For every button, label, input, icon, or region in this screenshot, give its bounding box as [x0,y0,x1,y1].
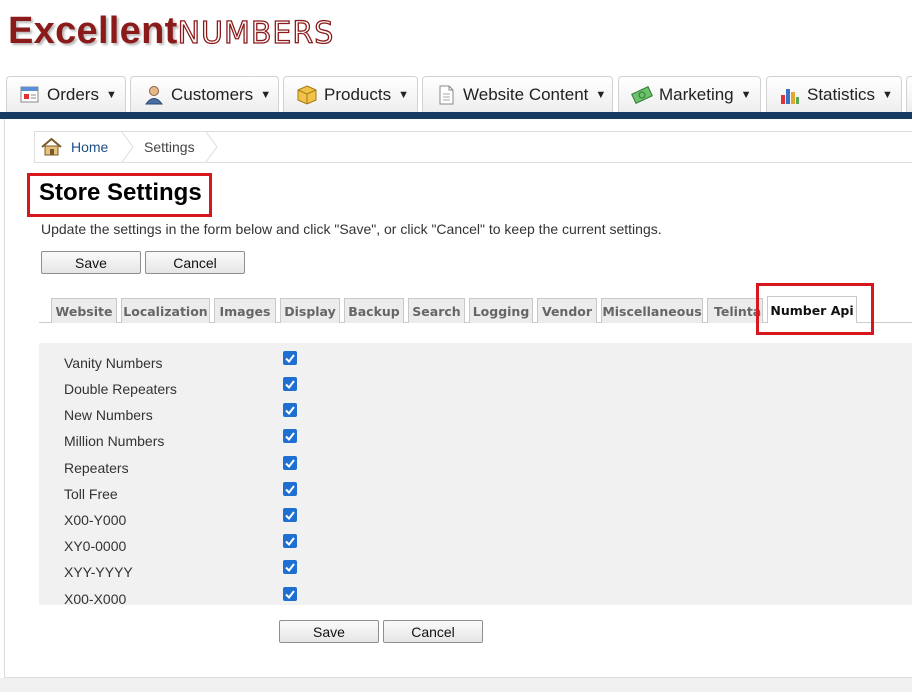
tab-website[interactable]: Website [51,298,117,323]
cancel-button-bottom[interactable]: Cancel [383,620,483,643]
option-row: Double Repeaters [39,373,912,399]
nav-more[interactable] [906,76,912,112]
intro-text: Update the settings in the form below an… [41,221,662,237]
tab-vendor[interactable]: Vendor [537,298,597,323]
option-row: Vanity Numbers [39,347,912,373]
option-row: XY0-0000 [39,530,912,556]
option-row: X00-Y000 [39,504,912,530]
home-icon [41,138,62,156]
nav-orders[interactable]: Orders ▼ [6,76,126,112]
save-button-bottom[interactable]: Save [279,620,379,643]
option-checkbox[interactable] [283,560,297,574]
breadcrumb-separator-icon [121,132,134,162]
nav-products[interactable]: Products ▼ [283,76,418,112]
nav-website-content-label: Website Content [463,84,589,104]
brand-name-part1: Excellent [8,10,178,52]
option-checkbox[interactable] [283,508,297,522]
option-label: X00-Y000 [64,512,127,528]
option-row: Repeaters [39,452,912,478]
option-row: New Numbers [39,399,912,425]
save-button-top[interactable]: Save [41,251,141,274]
breadcrumb-home-label: Home [71,139,109,155]
option-row: Toll Free [39,478,912,504]
check-icon [285,511,295,521]
check-icon [285,537,295,547]
nav-marketing-label: Marketing [659,84,734,104]
nav-website-content[interactable]: Website Content ▼ [422,76,613,112]
check-icon [285,563,295,573]
box-icon [296,84,318,105]
chevron-down-icon: ▼ [740,88,752,101]
brand-logo: ExcellentNumbers [8,10,334,58]
tab-logging[interactable]: Logging [469,298,533,323]
nav-customers-label: Customers [171,84,254,104]
option-label: Repeaters [64,460,129,476]
tab-search[interactable]: Search [408,298,465,323]
cancel-button-top[interactable]: Cancel [145,251,245,274]
money-icon [631,85,653,105]
tab-backup[interactable]: Backup [344,298,404,323]
option-checkbox[interactable] [283,587,297,601]
nav-customers[interactable]: Customers ▼ [130,76,279,112]
breadcrumb-home[interactable]: Home [41,132,108,162]
option-label: Million Numbers [64,433,165,449]
nav-orders-label: Orders [47,84,99,104]
breadcrumb-current: Settings [144,139,195,155]
check-icon [285,380,295,390]
breadcrumb: Home Settings [34,131,912,163]
option-label: XY0-0000 [64,538,127,554]
option-checkbox[interactable] [283,482,297,496]
check-icon [285,406,295,416]
check-icon [285,432,295,442]
check-icon [285,354,295,364]
nav-statistics-label: Statistics [807,84,876,104]
option-label: Vanity Numbers [64,355,163,371]
option-row: X00-X000 [39,583,912,609]
breadcrumb-separator-icon [205,132,218,162]
option-row: Million Numbers [39,425,912,451]
option-row: XYY-YYYY [39,556,912,582]
tab-display[interactable]: Display [280,298,340,323]
page-title: Store Settings [39,179,202,206]
option-label: XYY-YYYY [64,564,133,580]
footer-band [0,678,912,692]
bar-chart-icon [779,85,801,105]
chevron-down-icon: ▼ [882,88,893,101]
check-icon [285,485,295,495]
nav-stripe [0,112,912,119]
option-label: X00-X000 [64,591,127,607]
tab-miscellaneous[interactable]: Miscellaneous [601,298,703,323]
option-label: Double Repeaters [64,381,177,397]
option-checkbox[interactable] [283,351,297,365]
tab-localization[interactable]: Localization [121,298,210,323]
chevron-down-icon: ▼ [595,88,607,101]
nav-marketing[interactable]: Marketing ▼ [618,76,761,112]
option-checkbox[interactable] [283,403,297,417]
nav-statistics[interactable]: Statistics ▼ [766,76,902,112]
option-checkbox[interactable] [283,456,297,470]
option-label: New Numbers [64,407,153,423]
brand-name-part2: Numbers [177,15,335,51]
nav-products-label: Products [324,84,392,104]
customer-icon [143,85,165,105]
orders-icon [19,85,41,105]
tab-images[interactable]: Images [214,298,276,323]
check-icon [285,459,295,469]
main-nav: Orders ▼ Customers ▼ Products ▼ Website … [0,74,912,112]
number-api-form: Vanity Numbers Double Repeaters New Numb… [39,343,912,607]
option-checkbox[interactable] [283,429,297,443]
chevron-down-icon: ▼ [398,88,409,101]
document-icon [435,85,457,105]
chevron-down-icon: ▼ [260,88,272,101]
chevron-down-icon: ▼ [105,88,117,101]
option-label: Toll Free [64,486,118,502]
check-icon [285,590,295,600]
option-checkbox[interactable] [283,377,297,391]
option-checkbox[interactable] [283,534,297,548]
tab-highlight-box [756,283,874,335]
tab-telinta[interactable]: Telinta [707,298,763,323]
